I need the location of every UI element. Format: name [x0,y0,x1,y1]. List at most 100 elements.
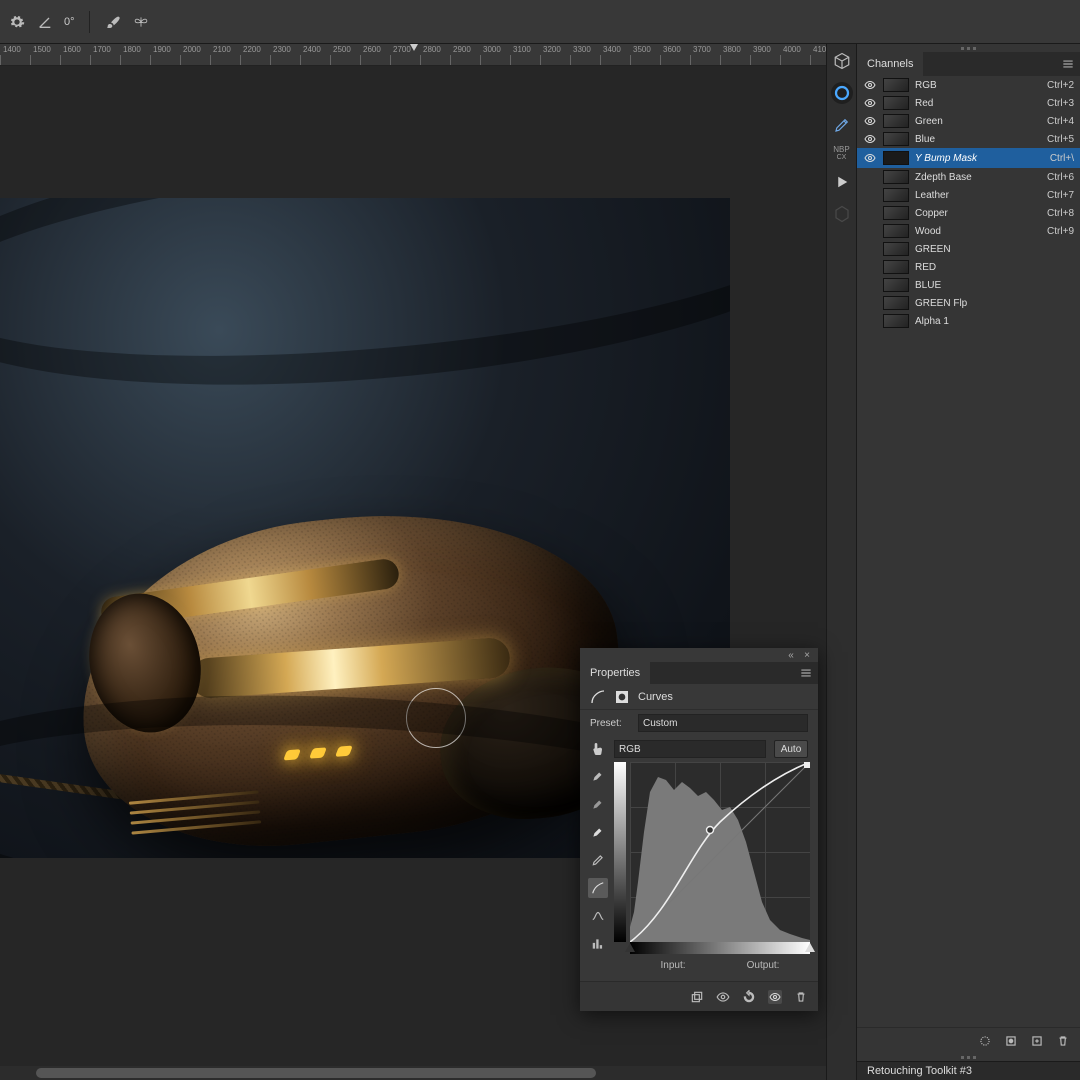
new-channel-icon[interactable] [1030,1034,1044,1048]
curves-black-point-handle[interactable] [625,943,635,952]
toggle-visibility-icon[interactable] [768,990,782,1004]
delete-adjustment-icon[interactable] [794,990,808,1004]
options-bar: 0° [0,0,1080,44]
channel-row[interactable]: RED [857,258,1080,276]
channel-visibility-icon[interactable] [863,132,877,146]
properties-panel: « × Properties Curves Preset: Custom RGB… [580,648,818,1011]
load-selection-icon[interactable] [978,1034,992,1048]
channel-name: RED [915,262,1068,273]
channel-visibility-icon[interactable] [863,78,877,92]
channel-shortcut: Ctrl+4 [1047,116,1074,127]
curves-preset-select[interactable]: Custom [638,714,808,732]
properties-panel-tabbar: Properties [580,662,818,684]
gear-icon[interactable] [8,13,26,31]
channel-row[interactable]: RGBCtrl+2 [857,76,1080,94]
panel-drag-handle[interactable] [857,1053,1080,1061]
channel-row[interactable]: BLUE [857,276,1080,294]
curves-input-label: Input: [661,960,686,971]
nbp-plugin-icon[interactable]: NBP CX [831,146,853,161]
layer-mask-icon[interactable] [614,689,630,705]
channel-row[interactable]: WoodCtrl+9 [857,222,1080,240]
properties-panel-titlebar[interactable]: « × [580,648,818,662]
channel-thumbnail [883,224,909,238]
curves-input-gradient[interactable] [630,942,810,954]
curves-output-gradient [614,762,626,942]
channel-row[interactable]: GREEN [857,240,1080,258]
curves-toolcol [588,762,608,973]
save-selection-icon[interactable] [1004,1034,1018,1048]
angle-icon[interactable] [36,13,54,31]
close-icon[interactable]: × [802,650,812,660]
curves-channel-select[interactable]: RGB [614,740,766,758]
channel-name: Alpha 1 [915,316,1068,327]
eyedropper-gray-icon[interactable] [588,794,608,814]
channel-visibility-icon[interactable] [863,151,877,165]
eyedropper-black-icon[interactable] [588,766,608,786]
channel-row[interactable]: CopperCtrl+8 [857,204,1080,222]
channel-shortcut: Ctrl+5 [1047,134,1074,145]
channel-visibility-icon[interactable] [863,114,877,128]
channels-panel-menu-icon[interactable] [1056,52,1080,76]
channel-name: Blue [915,134,1041,145]
pen-icon[interactable] [831,114,853,136]
main-area: 1400150016001700180019002000210022002300… [0,44,1080,1080]
channel-thumbnail [883,151,909,165]
hexagon-icon[interactable] [831,203,853,225]
view-previous-icon[interactable] [716,990,730,1004]
curves-preset-row: Preset: Custom [580,710,818,736]
channels-panel-tabbar: Channels [857,52,1080,76]
channel-thumbnail [883,96,909,110]
channel-row[interactable]: Y Bump MaskCtrl+\ [857,148,1080,168]
curves-white-point-handle[interactable] [805,943,815,952]
play-icon[interactable] [831,171,853,193]
channel-row[interactable]: RedCtrl+3 [857,94,1080,112]
channel-name: GREEN Flp [915,298,1068,309]
canvas-horizontal-scrollbar-thumb[interactable] [36,1068,596,1078]
channel-row[interactable]: GreenCtrl+4 [857,112,1080,130]
butterfly-icon[interactable] [132,13,150,31]
adjustment-type-label: Curves [638,691,673,703]
channel-row[interactable]: Zdepth BaseCtrl+6 [857,168,1080,186]
channel-shortcut: Ctrl+7 [1047,190,1074,201]
eyedropper-white-icon[interactable] [588,822,608,842]
ring-icon[interactable] [831,82,853,104]
collapse-icon[interactable]: « [786,650,796,660]
channel-visibility-icon[interactable] [863,96,877,110]
channel-row[interactable]: Blue Ctrl+5 [857,130,1080,148]
channel-row[interactable]: GREEN Flp [857,294,1080,312]
channel-name: Wood [915,226,1041,237]
finger-icon[interactable] [590,741,606,757]
cube-icon[interactable] [831,50,853,72]
retouching-toolkit-panel-tab[interactable]: Retouching Toolkit #3 [857,1061,1080,1080]
channel-name: Y Bump Mask [915,153,1044,164]
channels-tab[interactable]: Channels [857,52,923,76]
panel-drag-handle[interactable] [857,44,1080,52]
channel-thumbnail [883,278,909,292]
reset-icon[interactable] [742,990,756,1004]
channel-row[interactable]: Alpha 1 [857,312,1080,330]
channel-thumbnail [883,260,909,274]
properties-panel-footer [580,981,818,1011]
smooth-icon[interactable] [588,906,608,926]
curves-graph-wrap: Input: Output: [614,762,810,973]
channel-shortcut: Ctrl+3 [1047,98,1074,109]
retouching-toolkit-title: Retouching Toolkit #3 [867,1065,972,1077]
curves-channel-row: RGB Auto [580,736,818,762]
clip-to-layer-icon[interactable] [690,990,704,1004]
pencil-icon[interactable] [588,850,608,870]
curve-point-icon[interactable] [588,878,608,898]
properties-panel-menu-icon[interactable] [794,662,818,684]
properties-tab[interactable]: Properties [580,662,650,684]
channel-thumbnail [883,314,909,328]
brush-icon[interactable] [104,13,122,31]
channel-name: Zdepth Base [915,172,1041,183]
delete-channel-icon[interactable] [1056,1034,1070,1048]
channel-row[interactable]: LeatherCtrl+7 [857,186,1080,204]
histogram-clip-icon[interactable] [588,934,608,954]
curves-graph[interactable] [630,762,810,942]
channels-panel: Channels RGBCtrl+2RedCtrl+3GreenCtrl+4Bl… [857,52,1080,330]
curves-adjustment-icon[interactable] [590,689,606,705]
properties-adjustment-header: Curves [580,684,818,710]
canvas-horizontal-scrollbar[interactable] [0,1066,826,1080]
curves-auto-button[interactable]: Auto [774,740,808,758]
